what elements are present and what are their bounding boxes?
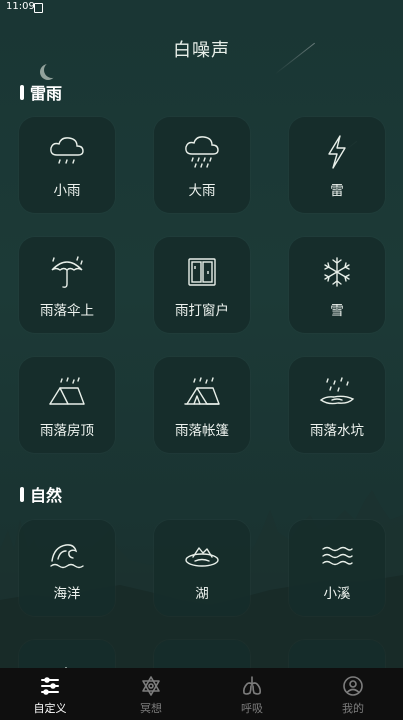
tile-label: 大雨 <box>188 183 216 199</box>
section-accent-bar <box>20 84 24 100</box>
tile-label: 小溪 <box>323 586 351 602</box>
page-title: 白噪声 <box>173 40 230 61</box>
tile-label: 雨打窗户 <box>175 303 229 319</box>
tile-label: 雨落伞上 <box>40 303 94 319</box>
cloud-drizzle-icon <box>47 134 87 170</box>
sound-tile-rain-on-umbrella[interactable]: 雨落伞上 <box>19 237 115 333</box>
lungs-icon <box>243 676 261 695</box>
nav-tab-custom[interactable]: 自定义 <box>10 668 90 720</box>
roof-rain-icon <box>47 374 87 410</box>
tile-label: 小雨 <box>53 183 81 199</box>
lake-icon <box>182 537 222 573</box>
nav-label: 我的 <box>342 702 364 715</box>
section-header-thunderstorm: 雷雨 <box>20 80 62 104</box>
nav-label: 自定义 <box>33 702 67 715</box>
sound-tile-rain-on-window[interactable]: 雨打窗户 <box>154 237 250 333</box>
sound-tile-ocean[interactable]: 海洋 <box>19 520 115 616</box>
sliders-icon <box>41 677 59 695</box>
sound-tile-snow[interactable]: 雪 <box>289 237 385 333</box>
notification-icon <box>34 3 43 13</box>
tile-label: 雨落水坑 <box>310 423 364 439</box>
status-bar: 11:09 <box>0 0 403 16</box>
nav-tab-breathing[interactable]: 呼吸 <box>212 668 292 720</box>
sound-tile-stream[interactable]: 小溪 <box>289 520 385 616</box>
bottom-navigation: 自定义 冥想 呼吸 我的 <box>0 668 403 720</box>
tile-label: 雪 <box>330 303 344 319</box>
section-header-nature: 自然 <box>20 482 62 506</box>
section-title: 雷雨 <box>30 84 63 103</box>
sound-tile-thunder[interactable]: 雷 <box>289 117 385 213</box>
sound-tile-lake[interactable]: 湖 <box>154 520 250 616</box>
sound-tile-light-rain[interactable]: 小雨 <box>19 117 115 213</box>
section-title: 自然 <box>30 486 63 505</box>
profile-icon <box>343 676 363 696</box>
snowflake-icon <box>317 254 357 290</box>
tile-label: 雨落房顶 <box>40 423 94 439</box>
sound-tile-rain-on-tent[interactable]: 雨落帐篷 <box>154 357 250 453</box>
tile-label: 雷 <box>330 183 344 199</box>
stream-icon <box>317 537 357 573</box>
puddle-rain-icon <box>317 374 357 410</box>
status-time: 11:09 <box>6 1 35 12</box>
tent-rain-icon <box>182 374 222 410</box>
meditation-star-icon <box>142 676 160 696</box>
nav-tab-profile[interactable]: 我的 <box>313 668 393 720</box>
tile-label: 湖 <box>195 586 209 602</box>
section-accent-bar <box>20 486 24 502</box>
lightning-icon <box>317 134 357 170</box>
nav-tab-meditation[interactable]: 冥想 <box>111 668 191 720</box>
sound-tile-rain-on-puddle[interactable]: 雨落水坑 <box>289 357 385 453</box>
umbrella-rain-icon <box>47 254 87 290</box>
nav-label: 冥想 <box>140 702 162 715</box>
moon-icon <box>44 62 60 78</box>
cloud-heavy-rain-icon <box>182 134 222 170</box>
sound-tile-heavy-rain[interactable]: 大雨 <box>154 117 250 213</box>
sound-tile-rain-on-roof[interactable]: 雨落房顶 <box>19 357 115 453</box>
tile-label: 雨落帐篷 <box>175 423 229 439</box>
window-icon <box>182 254 222 290</box>
wave-icon <box>47 537 87 573</box>
tile-label: 海洋 <box>53 586 81 602</box>
nav-label: 呼吸 <box>241 702 263 715</box>
